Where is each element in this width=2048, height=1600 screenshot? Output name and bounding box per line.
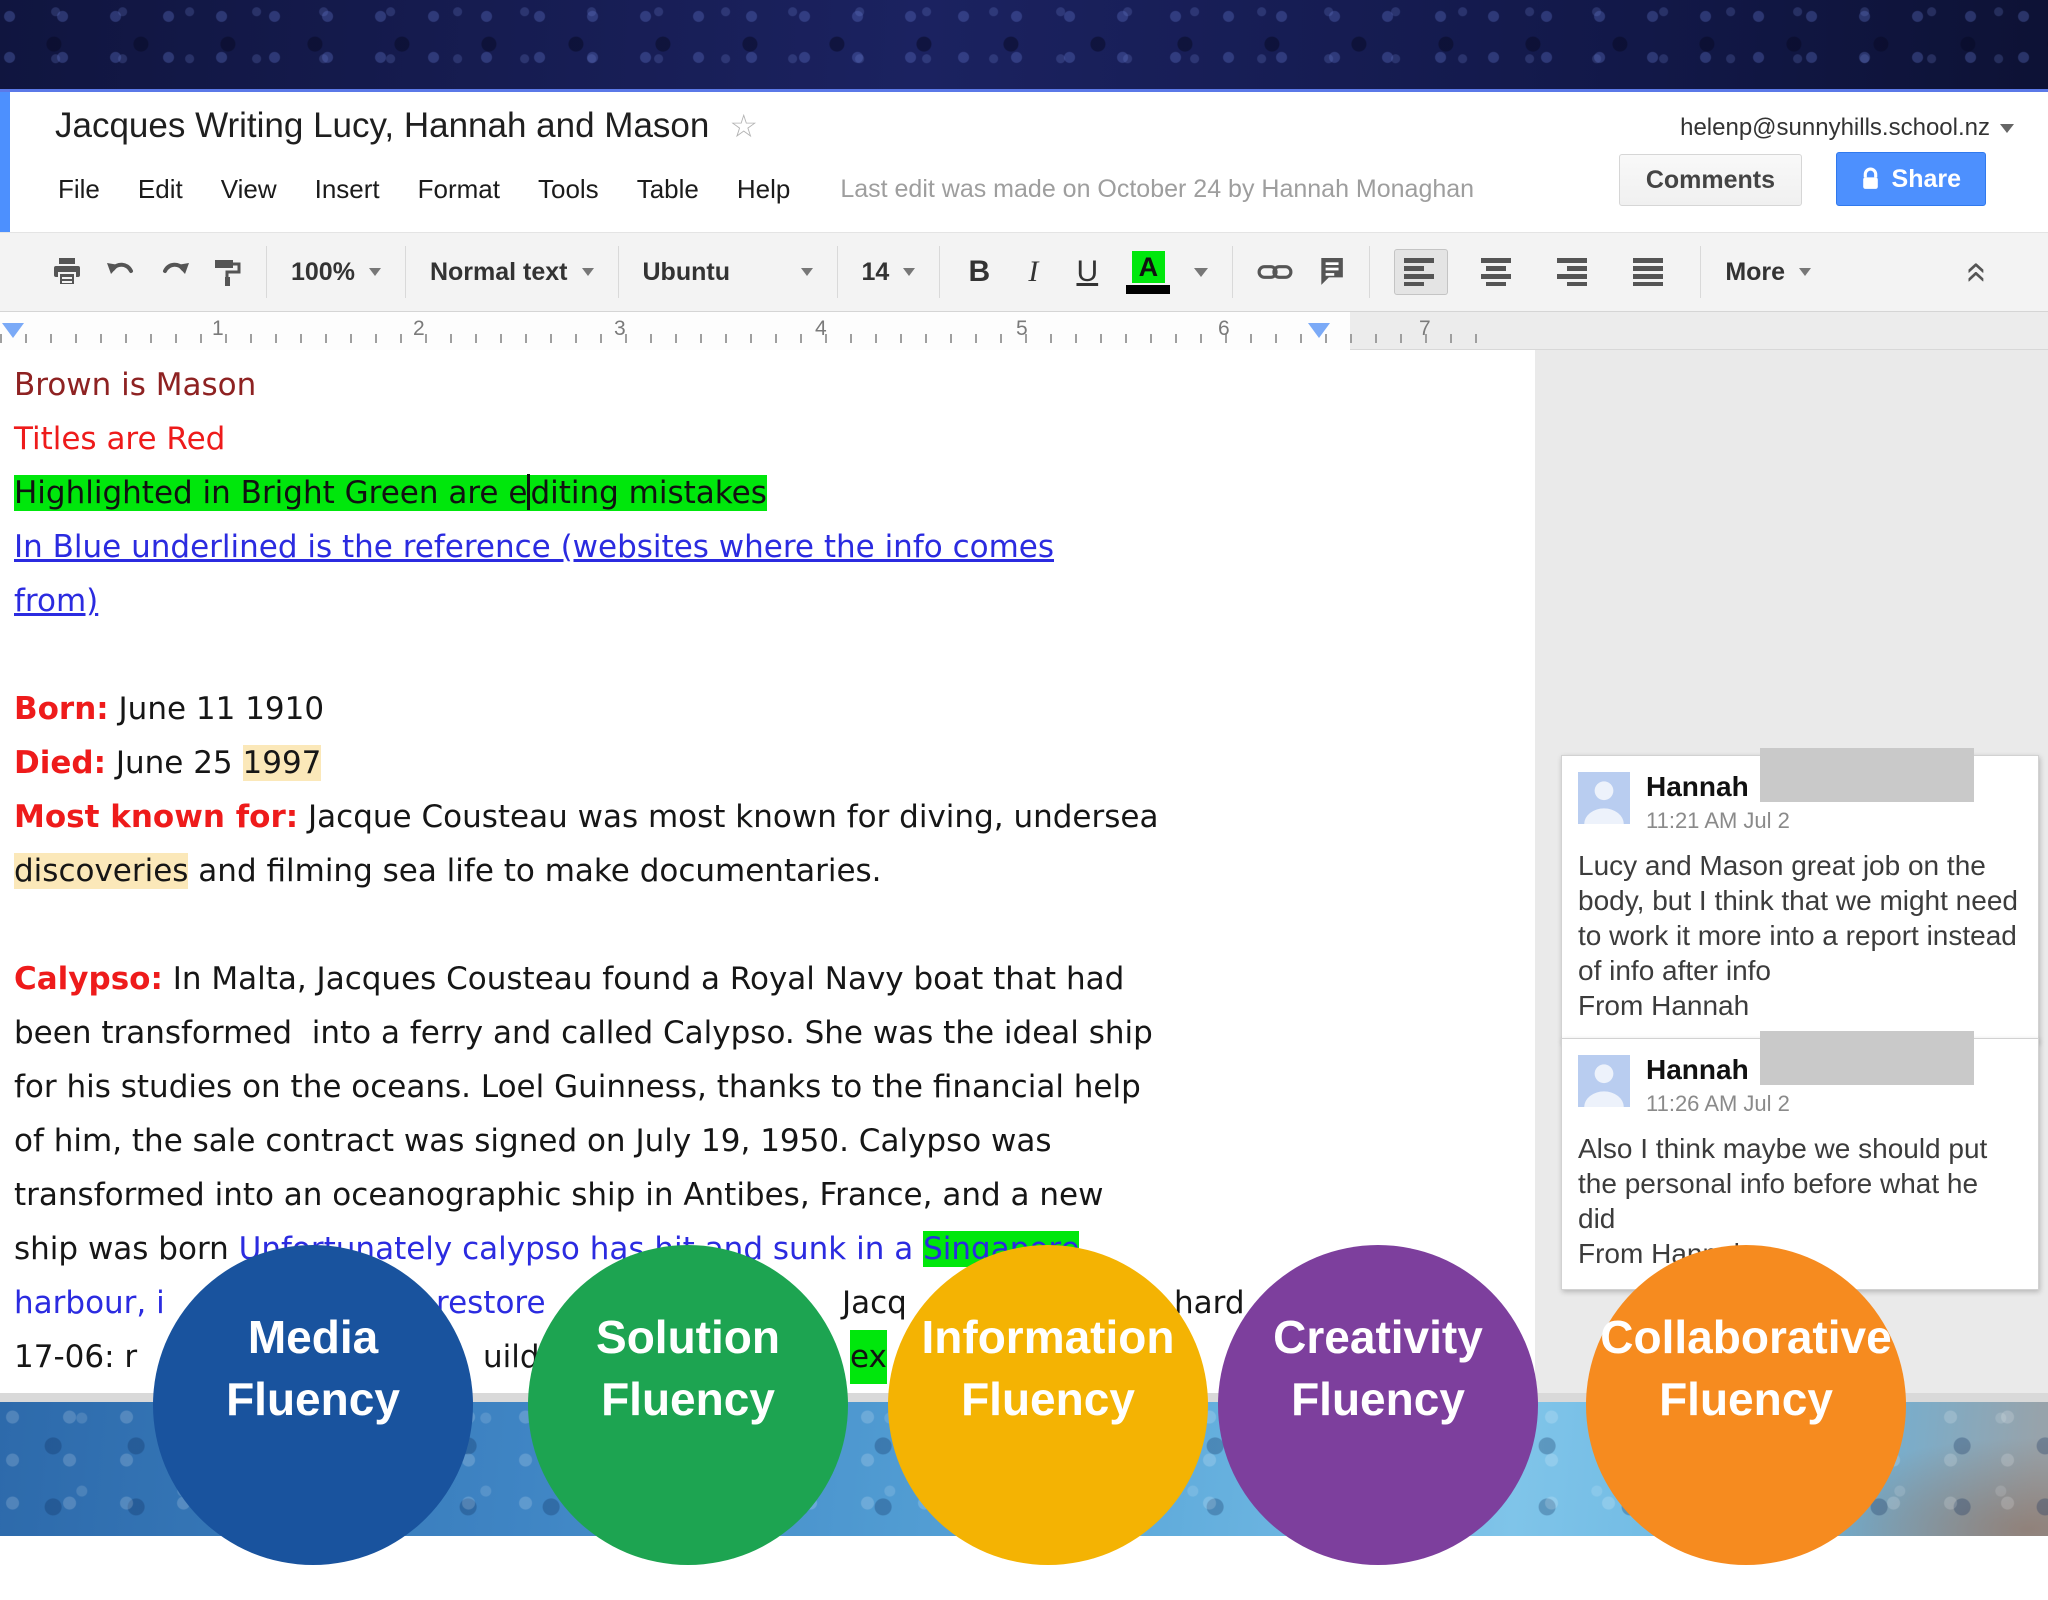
doc-line: of him, the sale contract was signed on …	[14, 1123, 1052, 1159]
screen: { "header": { "title": "Jacques Writing …	[0, 0, 2048, 1565]
underline-button[interactable]: U	[1072, 255, 1102, 289]
toolbar-separator	[404, 246, 406, 298]
doc-line: Died: June 25 1997	[14, 745, 322, 781]
zoom-select[interactable]: 100%	[291, 258, 381, 287]
document-title[interactable]: Jacques Writing Lucy, Hannah and Mason	[55, 106, 709, 146]
reference-link[interactable]: In Blue underlined is the reference (web…	[14, 529, 1054, 565]
font-size-select[interactable]: 14	[862, 258, 916, 287]
reference-link[interactable]: from)	[14, 583, 98, 619]
lock-icon	[1861, 167, 1880, 192]
chevron-down-icon[interactable]	[1194, 267, 1209, 277]
share-button[interactable]: Share	[1835, 152, 1986, 206]
doc-line: Brown is Mason	[14, 367, 257, 403]
menu-format[interactable]: Format	[418, 174, 500, 205]
text-color-button[interactable]: A	[1126, 250, 1171, 294]
print-icon[interactable]	[52, 257, 82, 287]
bubble-solution-fluency: Solution Fluency	[528, 1245, 848, 1565]
left-indent-marker[interactable]	[2, 323, 24, 338]
left-accent-strip	[0, 92, 10, 232]
paragraph-style-select[interactable]: Normal text	[430, 258, 594, 287]
doc-line: Titles are Red	[14, 421, 226, 457]
account-email: helenp@sunnyhills.school.nz	[1680, 114, 1990, 141]
doc-line: In Blue underlined is the reference (web…	[14, 520, 1158, 574]
app-header: Jacques Writing Lucy, Hannah and Mason ☆…	[0, 92, 2048, 232]
more-button[interactable]: More	[1725, 258, 1812, 287]
comment-author: Hannah	[1646, 1054, 1749, 1085]
comments-button[interactable]: Comments	[1618, 154, 1802, 206]
comment-body: Also I think maybe we should put the per…	[1578, 1133, 1988, 1269]
toolbar-separator	[266, 246, 267, 298]
doc-line: Calypso: In Malta, Jacques Cousteau foun…	[14, 961, 1125, 997]
insert-link-icon[interactable]	[1257, 261, 1293, 283]
document-text[interactable]: Brown is Mason Titles are Red Highlighte…	[14, 358, 1245, 1384]
toolbar-separator	[1369, 246, 1371, 298]
menu-edit[interactable]: Edit	[138, 174, 183, 205]
ruler-page-area	[0, 312, 1350, 350]
star-icon[interactable]: ☆	[729, 107, 758, 145]
menu-bar: File Edit View Insert Format Tools Table…	[58, 174, 1474, 205]
doc-line: Most known for: Jacque Cousteau was most…	[14, 799, 1159, 835]
bold-button[interactable]: B	[964, 255, 994, 289]
insert-comment-icon[interactable]	[1317, 258, 1345, 286]
redo-icon[interactable]	[160, 259, 190, 285]
toolbar-separator	[1700, 246, 1702, 298]
bubble-information-fluency: Information Fluency	[888, 1245, 1208, 1565]
doc-line: Highlighted in Bright Green are editing …	[14, 474, 767, 511]
ruler[interactable]: 1 2 3 4 5 6 7	[0, 312, 2048, 350]
avatar	[1578, 772, 1630, 824]
comment-author: Hannah	[1646, 771, 1749, 802]
collapse-toolbar-icon[interactable]: «	[1956, 261, 1999, 282]
chevron-down-icon	[368, 268, 381, 276]
comments-sidebar: Hannah 11:21 AM Jul 2 Lucy and Mason gre…	[1535, 350, 2048, 1402]
paint-format-icon[interactable]	[214, 258, 242, 287]
chevron-down-icon	[800, 268, 813, 276]
comment-timestamp: 11:21 AM Jul 2	[1646, 808, 1790, 833]
bubble-collaborative-fluency: Collaborative Fluency	[1586, 1245, 1906, 1565]
doc-line: discoveries and filming sea life to make…	[14, 853, 882, 889]
right-indent-marker[interactable]	[1308, 323, 1330, 338]
align-left-button[interactable]	[1394, 249, 1449, 295]
font-select[interactable]: Ubuntu	[643, 258, 813, 287]
toolbar-separator	[836, 246, 838, 298]
menu-file[interactable]: File	[58, 174, 100, 205]
menu-insert[interactable]: Insert	[315, 174, 380, 205]
chevron-down-icon	[1799, 268, 1812, 276]
comment-body: Lucy and Mason great job on the body, bu…	[1578, 850, 2018, 1021]
comment-timestamp: 11:26 AM Jul 2	[1646, 1091, 1790, 1116]
desktop-background-top	[0, 0, 2048, 92]
menu-table[interactable]: Table	[637, 174, 699, 205]
align-right-button[interactable]	[1548, 250, 1600, 294]
document-page[interactable]: Brown is Mason Titles are Red Highlighte…	[0, 350, 1535, 1393]
title-row: Jacques Writing Lucy, Hannah and Mason ☆	[55, 106, 758, 146]
undo-icon[interactable]	[106, 259, 136, 285]
account-menu[interactable]: helenp@sunnyhills.school.nz	[1680, 114, 2014, 142]
toolbar: 100% Normal text Ubuntu 14 B I U A More …	[0, 232, 2048, 312]
toolbar-separator	[617, 246, 619, 298]
bubble-media-fluency: Media Fluency	[153, 1245, 473, 1565]
bubble-creativity-fluency: Creativity Fluency	[1218, 1245, 1538, 1565]
toolbar-separator	[939, 246, 941, 298]
menu-help[interactable]: Help	[737, 174, 790, 205]
toolbar-separator	[1232, 246, 1234, 298]
avatar	[1578, 1055, 1630, 1107]
doc-line: transformed into an oceanographic ship i…	[14, 1177, 1104, 1213]
align-center-button[interactable]	[1472, 250, 1524, 294]
chevron-down-icon	[2000, 123, 2014, 133]
last-edit-status[interactable]: Last edit was made on October 24 by Hann…	[840, 175, 1474, 204]
chevron-down-icon	[581, 268, 594, 276]
menu-tools[interactable]: Tools	[538, 174, 599, 205]
italic-button[interactable]: I	[1018, 255, 1048, 289]
doc-line: been transformed into a ferry and called…	[14, 1015, 1153, 1051]
comment-card[interactable]: Hannah 11:21 AM Jul 2 Lucy and Mason gre…	[1561, 748, 2039, 1042]
menu-view[interactable]: View	[221, 174, 277, 205]
doc-line: Born: June 11 1910	[14, 691, 325, 727]
align-justify-button[interactable]	[1624, 250, 1676, 294]
doc-line: from)	[14, 574, 1158, 628]
chevron-down-icon	[903, 268, 916, 276]
comment-card[interactable]: Hannah 11:26 AM Jul 2 Also I think maybe…	[1561, 1031, 2039, 1290]
doc-line-blank	[14, 628, 1158, 682]
doc-line: for his studies on the oceans. Loel Guin…	[14, 1069, 1141, 1105]
doc-line-blank	[14, 898, 1158, 952]
